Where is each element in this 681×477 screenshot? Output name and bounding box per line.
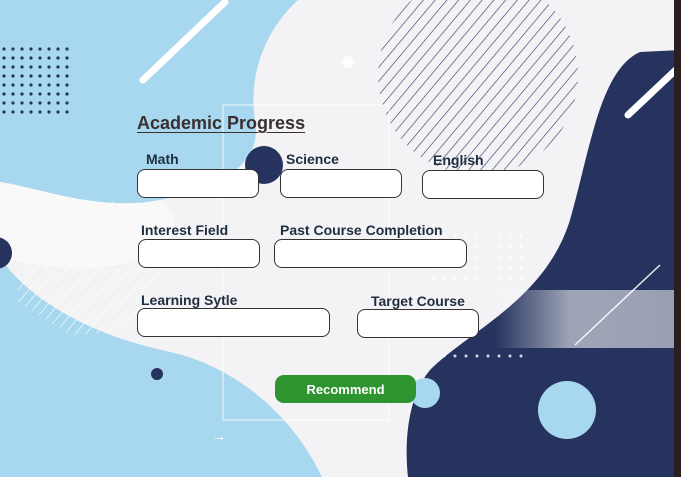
interest-field-label: Interest Field — [141, 222, 229, 238]
target-course-input[interactable] — [357, 309, 479, 338]
learning-style-input[interactable] — [137, 308, 330, 337]
past-course-completion-label: Past Course Completion — [280, 222, 443, 238]
math-label: Math — [146, 151, 179, 167]
english-label: English — [433, 152, 484, 168]
page-title: Academic Progress — [137, 113, 306, 133]
window-edge — [674, 0, 681, 477]
arrow-right-icon: → — [212, 428, 226, 444]
past-course-completion-input[interactable] — [274, 239, 467, 268]
interest-field-input[interactable] — [138, 239, 260, 268]
math-input[interactable] — [137, 169, 259, 198]
target-course-label: Target Course — [371, 293, 465, 309]
english-input[interactable] — [422, 170, 544, 199]
learning-style-label: Learning Sytle — [141, 292, 238, 308]
recommend-button[interactable]: Recommend — [275, 375, 416, 403]
science-label: Science — [286, 151, 339, 167]
science-input[interactable] — [280, 169, 402, 198]
